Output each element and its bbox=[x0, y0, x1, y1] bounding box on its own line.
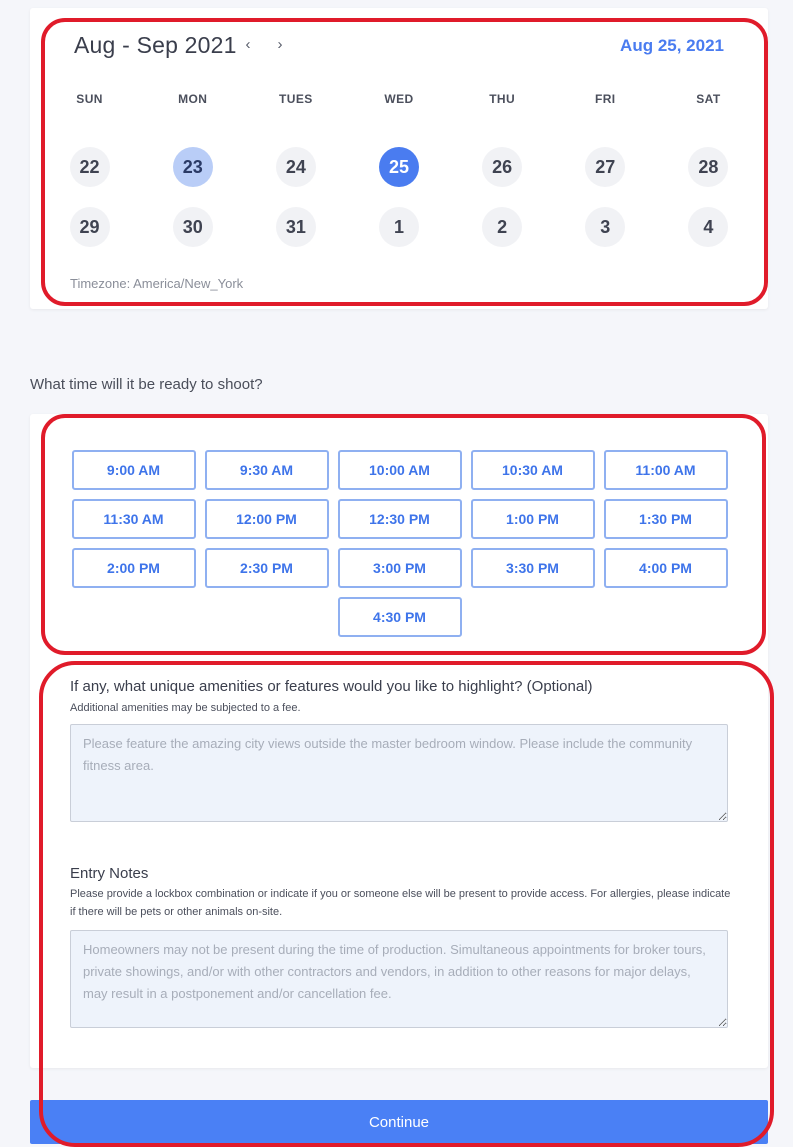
chevron-left-icon[interactable]: ‹ bbox=[239, 34, 257, 56]
amenities-textarea[interactable] bbox=[70, 724, 728, 822]
time-slot-button[interactable]: 11:30 AM bbox=[71, 499, 196, 539]
time-question-label: What time will it be ready to shoot? bbox=[30, 376, 263, 393]
time-slot-button[interactable]: 1:30 PM bbox=[603, 499, 728, 539]
calendar-day-button[interactable]: 2 bbox=[482, 207, 523, 247]
calendar-day-button[interactable]: 1 bbox=[378, 207, 419, 247]
time-slot-button[interactable]: 2:30 PM bbox=[204, 548, 329, 588]
calendar-day-button[interactable]: 28 bbox=[688, 147, 729, 187]
calendar-day-cell: 26 bbox=[451, 147, 554, 187]
chevron-right-icon[interactable]: › bbox=[271, 34, 289, 56]
calendar-day-button[interactable]: 27 bbox=[585, 147, 626, 187]
calendar-day-cell: 29 bbox=[38, 207, 141, 247]
calendar-day-cell: 25 bbox=[347, 147, 450, 187]
calendar-day-button[interactable]: 31 bbox=[275, 207, 316, 247]
time-slot-button[interactable]: 12:30 PM bbox=[337, 499, 462, 539]
continue-button[interactable]: Continue bbox=[30, 1100, 768, 1144]
calendar-day-cell: 31 bbox=[244, 207, 347, 247]
weekday-label: SUN bbox=[76, 92, 103, 106]
weekday-label: SAT bbox=[696, 92, 721, 106]
calendar-day-button[interactable]: 22 bbox=[69, 147, 110, 187]
amenities-hint: Additional amenities may be subjected to… bbox=[70, 702, 301, 714]
calendar-day-cell: 4 bbox=[657, 207, 760, 247]
calendar-day-button[interactable]: 23 bbox=[172, 147, 213, 187]
calendar-day-button[interactable]: 30 bbox=[172, 207, 213, 247]
calendar-day-cell: 28 bbox=[657, 147, 760, 187]
calendar-day-cell: 27 bbox=[554, 147, 657, 187]
time-slot-button[interactable]: 10:30 AM bbox=[470, 450, 595, 490]
calendar-day-button[interactable]: 3 bbox=[585, 207, 626, 247]
calendar-day-grid: 22 23 24 25 26 27 28 29 30 31 1 2 3 4 bbox=[38, 147, 760, 247]
weekday-label: FRI bbox=[595, 92, 616, 106]
calendar-day-cell: 30 bbox=[141, 207, 244, 247]
weekday-label: THU bbox=[489, 92, 516, 106]
calendar-day-cell: 24 bbox=[244, 147, 347, 187]
calendar-day-cell: 22 bbox=[38, 147, 141, 187]
entry-notes-label: Entry Notes bbox=[70, 865, 149, 882]
time-slot-button[interactable]: 1:00 PM bbox=[470, 499, 595, 539]
time-slot-button[interactable]: 2:00 PM bbox=[71, 548, 196, 588]
calendar-day-cell: 2 bbox=[451, 207, 554, 247]
calendar-day-cell: 3 bbox=[554, 207, 657, 247]
weekday-label: WED bbox=[384, 92, 414, 106]
time-slot-button[interactable]: 3:00 PM bbox=[337, 548, 462, 588]
weekday-label: MON bbox=[178, 92, 208, 106]
amenities-label: If any, what unique amenities or feature… bbox=[70, 678, 593, 695]
calendar-month-range: Aug - Sep 2021 bbox=[74, 32, 237, 58]
calendar-day-cell: 1 bbox=[347, 207, 450, 247]
calendar-card: Aug - Sep 2021 ‹ › Aug 25, 2021 SUN MON TU… bbox=[30, 8, 768, 309]
time-slot-button[interactable]: 10:00 AM bbox=[337, 450, 462, 490]
entry-notes-hint: Please provide a lockbox combination or … bbox=[70, 888, 731, 918]
time-slot-button[interactable]: 12:00 PM bbox=[204, 499, 329, 539]
time-slot-button[interactable]: 3:30 PM bbox=[470, 548, 595, 588]
calendar-day-cell: 23 bbox=[141, 147, 244, 187]
calendar-day-button[interactable]: 29 bbox=[69, 207, 110, 247]
calendar-weekday-header: SUN MON TUES WED THU FRI SAT bbox=[38, 92, 760, 106]
selected-date-label: Aug 25, 2021 bbox=[620, 36, 724, 55]
time-slot-button[interactable]: 4:00 PM bbox=[603, 548, 728, 588]
calendar-day-button[interactable]: 4 bbox=[688, 207, 729, 247]
time-slot-button[interactable]: 11:00 AM bbox=[603, 450, 728, 490]
time-slot-button[interactable]: 4:30 PM bbox=[337, 597, 462, 637]
calendar-day-button[interactable]: 25 bbox=[378, 147, 419, 187]
calendar-day-button[interactable]: 26 bbox=[482, 147, 523, 187]
time-slot-button[interactable]: 9:30 AM bbox=[204, 450, 329, 490]
entry-notes-textarea[interactable] bbox=[70, 930, 728, 1028]
weekday-label: TUES bbox=[279, 92, 313, 106]
calendar-day-button[interactable]: 24 bbox=[275, 147, 316, 187]
time-slot-button[interactable]: 9:00 AM bbox=[71, 450, 196, 490]
timezone-label: Timezone: America/New_York bbox=[70, 276, 244, 291]
time-slot-grid: 9:00 AM 9:30 AM 10:00 AM 10:30 AM 11:00 AM 11… bbox=[71, 450, 728, 637]
booking-form-card: 9:00 AM 9:30 AM 10:00 AM 10:30 AM 11:00 AM 11… bbox=[30, 414, 768, 1068]
